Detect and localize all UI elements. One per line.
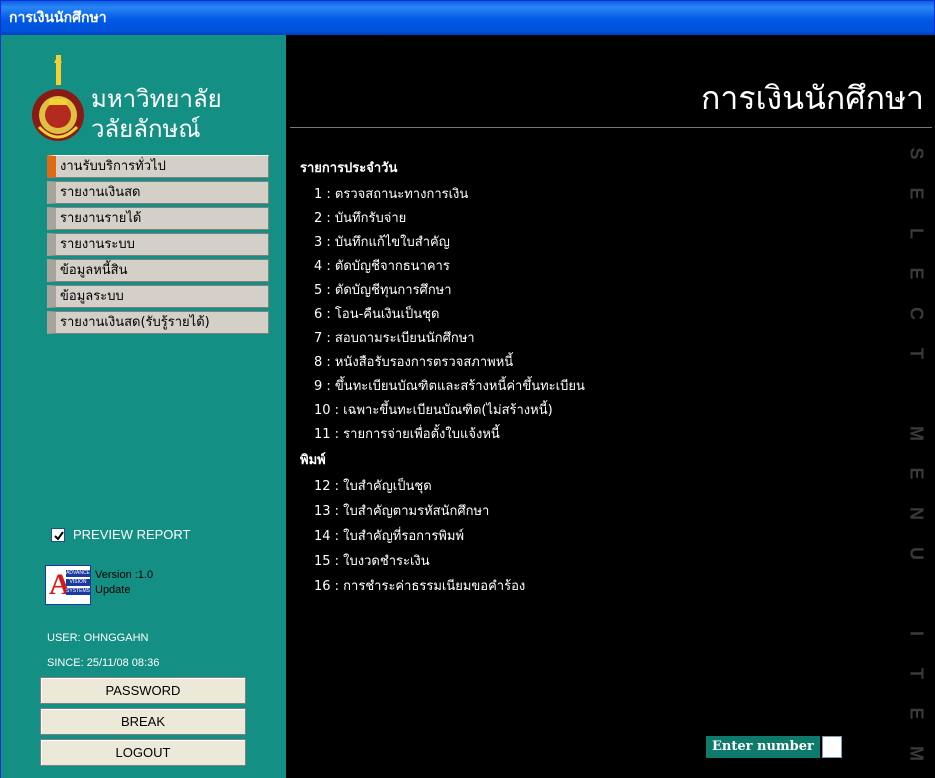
since-label: SINCE: 25/11/08 08:36 — [47, 657, 160, 669]
title-bar[interactable]: การเงินนักศึกษา — [1, 1, 934, 35]
checkmark-icon — [54, 530, 64, 541]
menu-option-12[interactable]: 12 : ใบสำคัญเป็นชุด — [314, 475, 432, 496]
break-button[interactable]: BREAK — [40, 708, 246, 735]
section-heading-print: พิมพ์ — [300, 453, 326, 468]
menu-option-16[interactable]: 16 : การชำระค่าธรรมเนียมขอคำร้อง — [314, 575, 525, 596]
preview-report-label: PREVIEW REPORT — [73, 527, 191, 542]
menu-option-8[interactable]: 8 : หนังสือรับรองการตรวจสภาพหนี้ — [314, 351, 513, 372]
vendor-badge: A ADVANCE VISION SYSTEMS Version :1.0 Up… — [45, 565, 227, 605]
sidebar-item-income-report[interactable]: รายงานรายได้ — [47, 207, 269, 230]
sidebar-item-system-data[interactable]: ข้อมูลระบบ — [47, 285, 269, 308]
menu-option-1[interactable]: 1 : ตรวจสถานะทางการเงิน — [314, 183, 468, 204]
watermark-letter: I — [906, 630, 927, 636]
watermark-letter: M — [906, 746, 927, 761]
watermark-letter: L — [906, 228, 927, 239]
title-divider — [290, 127, 932, 128]
logo-text-advance: ADVANCE — [66, 570, 90, 577]
advance-vision-logo: A ADVANCE VISION SYSTEMS — [45, 565, 91, 605]
watermark-letter: E — [906, 267, 927, 280]
menu-option-6[interactable]: 6 : โอน-คืนเงินเป็นชุด — [314, 303, 439, 324]
watermark-letter: N — [906, 507, 927, 520]
update-link[interactable]: Update — [95, 584, 130, 596]
menu-option-15[interactable]: 15 : ใบงวดชำระเงิน — [314, 550, 430, 571]
preview-report-checkbox[interactable] — [51, 527, 65, 542]
enter-number-input[interactable] — [821, 736, 842, 758]
logout-button[interactable]: LOGOUT — [40, 739, 246, 766]
sidebar-menu: งานรับบริการทั่วไป รายงานเงินสด รายงานรา… — [47, 155, 269, 337]
menu-option-7[interactable]: 7 : สอบถามระเบียนนักศึกษา — [314, 327, 475, 348]
watermark-letter: T — [906, 668, 927, 679]
window-title: การเงินนักศึกษา — [9, 10, 107, 26]
menu-option-13[interactable]: 13 : ใบสำคัญตามรหัสนักศึกษา — [314, 500, 489, 521]
menu-option-2[interactable]: 2 : บันทึกรับจ่าย — [314, 207, 406, 228]
password-button[interactable]: PASSWORD — [40, 677, 246, 704]
watermark-letter: C — [906, 307, 927, 320]
logo-line-2: วลัยลักษณ์ — [91, 115, 201, 143]
sidebar-item-cash-report-revenue[interactable]: รายงานเงินสด(รับรู้รายได้) — [47, 311, 269, 334]
menu-option-11[interactable]: 11 : รายการจ่ายเพื่อตั้งใบแจ้งหนี้ — [314, 423, 500, 444]
main-panel: การเงินนักศึกษา รายการประจำวัน 1 : ตรวจส… — [286, 35, 935, 778]
sidebar: มหาวิทยาลัย วลัยลักษณ์ งานรับบริการทั่วไ… — [1, 35, 286, 778]
watermark-letter: T — [906, 348, 927, 359]
menu-option-14[interactable]: 14 : ใบสำคัญที่รอการพิมพ์ — [314, 525, 464, 546]
version-label: Version :1.0 — [95, 569, 154, 581]
menu-option-5[interactable]: 5 : ตัดบัญชีทุนการศึกษา — [314, 279, 452, 300]
sidebar-item-cash-report[interactable]: รายงานเงินสด — [47, 181, 269, 204]
watermark-letter: U — [906, 547, 927, 560]
watermark-letter: E — [906, 187, 927, 200]
university-seal-icon — [32, 55, 84, 141]
enter-number-label: Enter number — [706, 736, 820, 758]
logo-text-vision: VISION — [66, 579, 90, 586]
watermark-letter: E — [906, 707, 927, 720]
watermark-letter: S — [906, 147, 927, 160]
menu-option-4[interactable]: 4 : ตัดบัญชีจากธนาคาร — [314, 255, 450, 276]
section-heading-daily: รายการประจำวัน — [300, 161, 398, 176]
page-title: การเงินนักศึกษา — [701, 79, 924, 117]
sidebar-item-general-service[interactable]: งานรับบริการทั่วไป — [47, 155, 269, 178]
app-window: การเงินนักศึกษา มหาวิทยาลัย วลัยลักษณ์ ง… — [0, 0, 935, 778]
menu-option-3[interactable]: 3 : บันทึกแก้ไขใบสำคัญ — [314, 231, 450, 252]
menu-option-10[interactable]: 10 : เฉพาะขึ้นทะเบียนบัณฑิต(ไม่สร้างหนี้… — [314, 399, 553, 420]
watermark-letter: M — [906, 426, 927, 441]
enter-number-group: Enter number — [706, 736, 842, 758]
university-logo: มหาวิทยาลัย วลัยลักษณ์ — [31, 55, 281, 155]
watermark-letter: E — [906, 467, 927, 480]
sidebar-item-debt-data[interactable]: ข้อมูลหนี้สิน — [47, 259, 269, 282]
preview-report-toggle[interactable]: PREVIEW REPORT — [51, 527, 191, 542]
user-label: USER: OHNGGAHN — [47, 632, 149, 644]
menu-option-9[interactable]: 9 : ขึ้นทะเบียนบัณฑิตและสร้างหนี้ค่าขึ้น… — [314, 375, 585, 396]
sidebar-item-system-report[interactable]: รายงานระบบ — [47, 233, 269, 256]
logo-text-systems: SYSTEMS — [66, 588, 90, 595]
